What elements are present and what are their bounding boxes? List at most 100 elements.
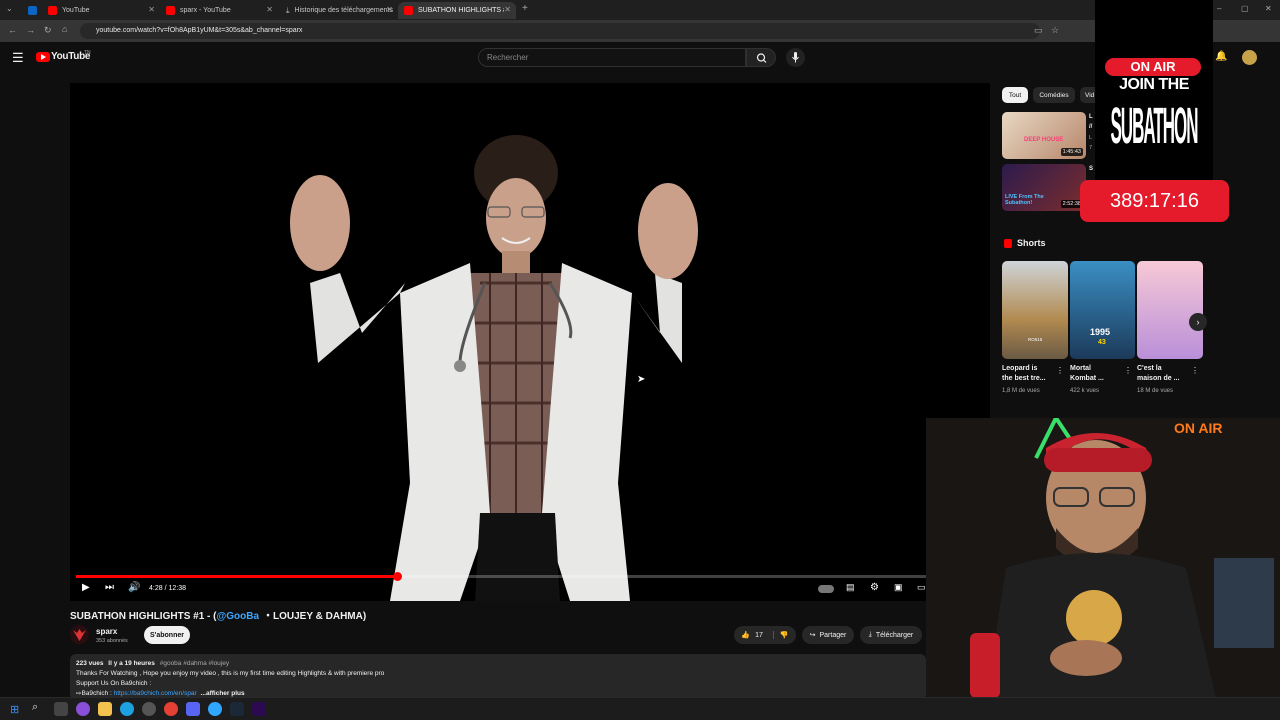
menu-icon[interactable]: ☰ (12, 50, 24, 66)
short-title[interactable]: Leopard is (1002, 364, 1037, 373)
short-title[interactable]: Kombat ... (1070, 374, 1104, 383)
short-thumbnail[interactable] (1137, 261, 1203, 359)
install-icon[interactable]: ▭ (1034, 25, 1043, 36)
rec-meta: L (1089, 135, 1093, 141)
subathon-overlay: ON AIR JOIN THE SUBATHON (1095, 0, 1213, 180)
subscribe-button[interactable]: S'abonner (144, 626, 190, 644)
tab-downloads[interactable]: ⤓ Historique des téléchargements ✕ (280, 2, 398, 19)
new-tab-button[interactable]: + (522, 3, 528, 14)
tab-search-icon[interactable]: ⌄ (6, 4, 13, 13)
short-title[interactable]: Mortal (1070, 364, 1091, 373)
search-input[interactable]: Rechercher (478, 48, 746, 67)
tab-label: YouTube (62, 7, 90, 14)
description-box[interactable]: 223 vues Il y a 19 heures #gooba #dahma … (70, 654, 926, 700)
discord-icon[interactable] (186, 702, 200, 716)
youtube-logo-icon[interactable] (36, 52, 50, 62)
duration-badge: 1:45:43 (1060, 148, 1083, 156)
tab-sparx[interactable]: sparx - YouTube ✕ (160, 2, 278, 19)
rec-title[interactable]: L (1089, 114, 1093, 120)
progress-fill (76, 575, 398, 578)
chatgpt-icon[interactable] (142, 702, 156, 716)
short-badge: RO515 (1028, 337, 1043, 342)
volume-icon[interactable]: 🔊 (128, 582, 140, 593)
close-tab-icon[interactable]: ✕ (386, 5, 393, 14)
thumbs-down-icon[interactable]: 👎 (772, 631, 789, 639)
description-line: Support Us On Ba9chich : (76, 680, 152, 687)
chrome-icon[interactable] (164, 702, 178, 716)
search-button[interactable] (746, 48, 776, 67)
url-field[interactable]: youtube.com/watch?v=fOh8ApB1yUM&t=305s&a… (80, 23, 1040, 39)
search-icon[interactable]: ⌕ (32, 701, 38, 714)
next-icon[interactable]: ⏭ (105, 582, 114, 593)
youtube-tab-icon (166, 6, 175, 15)
steam-icon[interactable] (230, 702, 244, 716)
close-tab-icon[interactable]: ✕ (266, 5, 273, 14)
chip-comedies[interactable]: Comédies (1033, 87, 1075, 103)
theater-mode-icon[interactable]: ▭ (917, 582, 926, 593)
avatar[interactable] (1242, 50, 1257, 65)
autoplay-toggle[interactable] (818, 585, 834, 593)
task-view-icon[interactable] (54, 702, 68, 716)
webcam-on-air-text: ON AIR (1174, 420, 1223, 436)
close-tab-icon[interactable]: ✕ (504, 5, 511, 14)
channel-logo-icon (73, 629, 86, 641)
rec-thumbnail[interactable]: DEEP HOUSE 1:45:43 (1002, 112, 1086, 159)
hashtags[interactable]: #gooba #dahma #loujey (160, 660, 229, 667)
back-icon[interactable]: ← (8, 25, 17, 35)
copilot-icon[interactable] (76, 702, 90, 716)
microphone-icon (792, 52, 799, 63)
chevron-right-icon[interactable]: › (1189, 313, 1207, 331)
thumbnail-text: DEEP HOUSE (1024, 137, 1064, 143)
minimize-button[interactable]: – (1217, 4, 1221, 13)
home-icon[interactable]: ⌂ (62, 24, 67, 34)
short-badge: 1995 (1090, 327, 1111, 337)
short-thumbnail[interactable]: 1995 43 (1070, 261, 1135, 359)
ba9chich-link[interactable]: https://ba9chich.com/en/spar (114, 690, 197, 697)
title-part: SUBATHON HIGHLIGHTS #1 - ( (70, 611, 217, 622)
short-views: 1,8 M de vues (1002, 388, 1040, 394)
close-tab-icon[interactable]: ✕ (148, 5, 155, 14)
reload-icon[interactable]: ↻ (44, 25, 52, 36)
premiere-pro-icon[interactable] (252, 702, 266, 716)
thumbs-up-icon[interactable]: 👍 (741, 631, 750, 639)
short-title[interactable]: maison de ... (1137, 374, 1179, 383)
channel-avatar[interactable] (70, 625, 89, 644)
streamer-webcam-image (926, 418, 1280, 698)
settings-gear-icon[interactable]: ⚙ (870, 582, 879, 593)
windows-start-icon[interactable]: ⊞ (10, 703, 19, 716)
play-icon[interactable]: ▶ (82, 582, 90, 593)
download-button[interactable]: ⤓ Télécharger (860, 626, 922, 644)
short-title[interactable]: C'est la (1137, 364, 1162, 373)
tab-linkedin[interactable] (22, 2, 40, 19)
tab-youtube[interactable]: YouTube ✕ (42, 2, 160, 19)
video-player[interactable]: ➤ (70, 83, 990, 601)
more-options-icon[interactable]: ⋮ (1124, 366, 1132, 375)
channel-name[interactable]: sparx (96, 627, 117, 636)
short-thumbnail[interactable]: RO515 (1002, 261, 1068, 359)
short-title[interactable]: the best tre... (1002, 374, 1046, 383)
rec-thumbnail[interactable]: LIVE From The Subathon! 2:52:38 (1002, 164, 1086, 211)
progress-bar[interactable] (76, 575, 926, 578)
maximize-button[interactable]: ▢ (1241, 4, 1249, 13)
rec-title[interactable]: S (1089, 166, 1093, 172)
subtitles-icon[interactable]: ▤ (846, 582, 855, 593)
share-icon: ↪ (809, 632, 816, 639)
more-options-icon[interactable]: ⋮ (1191, 366, 1199, 375)
share-button[interactable]: ↪ Partager (802, 626, 854, 644)
file-explorer-icon[interactable] (98, 702, 112, 716)
close-window-button[interactable]: ✕ (1265, 4, 1272, 13)
show-more-button[interactable]: ...afficher plus (201, 690, 245, 697)
chrome-alt-icon[interactable] (208, 702, 222, 716)
voice-search-button[interactable] (786, 48, 805, 67)
view-count: 223 vues (76, 660, 104, 667)
edge-icon[interactable] (120, 702, 134, 716)
miniplayer-icon[interactable]: ▣ (894, 582, 903, 593)
chip-tout[interactable]: Tout (1002, 87, 1028, 103)
tab-subathon-active[interactable]: SUBATHON HIGHLIGHTS #1 - ( ✕ (398, 2, 516, 19)
more-options-icon[interactable]: ⋮ (1056, 366, 1064, 375)
forward-icon[interactable]: → (26, 25, 35, 35)
title-mention-link[interactable]: @GooBa (216, 611, 259, 622)
browser-tab-bar: ⌄ YouTube ✕ sparx - YouTube ✕ ⤓ Historiq… (0, 0, 1280, 20)
bookmark-star-icon[interactable]: ☆ (1051, 25, 1059, 36)
notifications-bell-icon[interactable]: 🔔 (1215, 51, 1227, 62)
